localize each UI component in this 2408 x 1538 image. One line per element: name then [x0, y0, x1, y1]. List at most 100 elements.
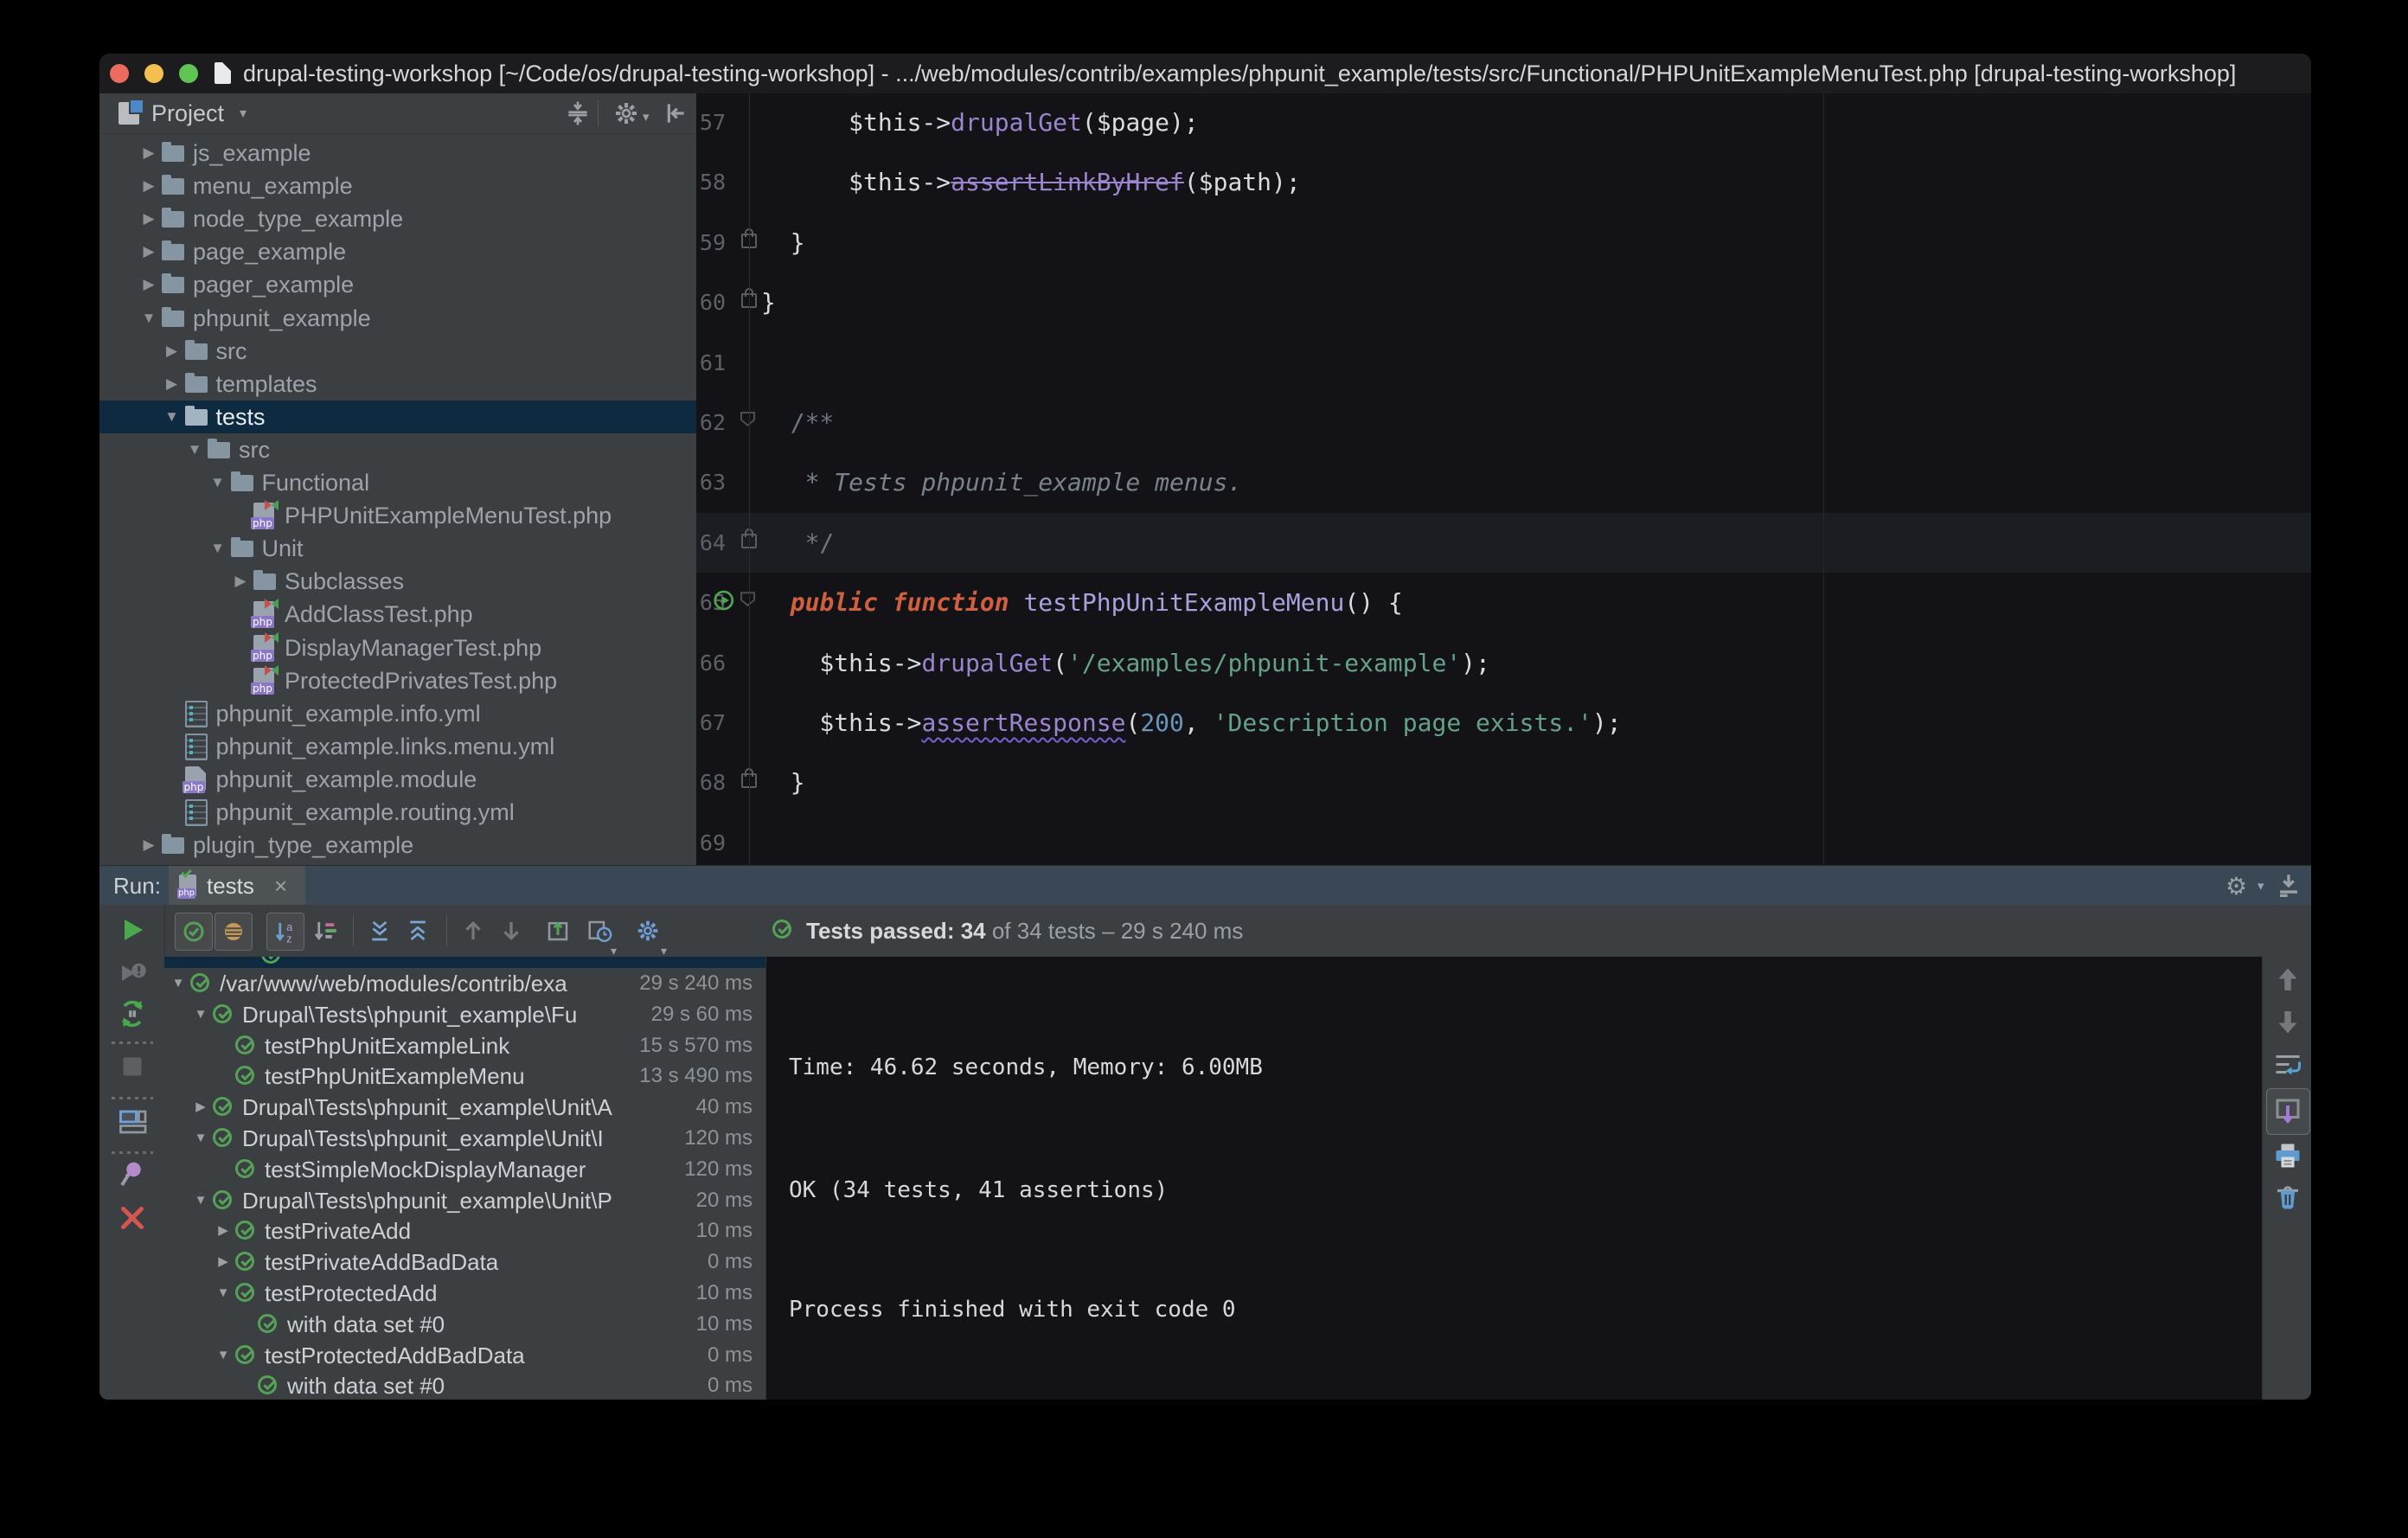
editor-line[interactable]: 69 — [696, 813, 2311, 865]
project-tree-item[interactable]: phpunit_example.routing.yml — [99, 796, 696, 829]
project-tree-item[interactable]: PHPUnitExampleMenuTest.php — [99, 499, 696, 532]
editor-line[interactable]: 67 $this->assertResponse(200, 'Descripti… — [696, 693, 2311, 753]
close-tab-icon[interactable]: × — [274, 866, 287, 906]
line-number[interactable]: 59 — [696, 213, 726, 272]
editor-line[interactable]: 64 */ — [696, 512, 2311, 573]
rerun-failed-tests-button[interactable] — [117, 958, 148, 989]
code-text[interactable]: } — [761, 213, 805, 272]
run-test-gutter-icon[interactable] — [712, 587, 738, 613]
line-number[interactable]: 58 — [696, 152, 726, 212]
project-tree-item[interactable]: ▼ Functional — [99, 466, 696, 499]
next-failed-test-button[interactable] — [493, 913, 529, 949]
editor-line[interactable]: 57 $this->drupalGet($page); — [696, 93, 2311, 152]
restore-layout-button[interactable] — [117, 1106, 148, 1137]
code-text[interactable]: $this->drupalGet('/examples/phpunit-exam… — [761, 633, 1489, 693]
down-stacktrace-icon[interactable] — [2272, 1006, 2303, 1037]
print-icon[interactable] — [2272, 1140, 2303, 1171]
code-text[interactable]: * Tests phpunit_example menus. — [761, 452, 1243, 512]
code-text[interactable]: $this->assertResponse(200, 'Description … — [761, 693, 1621, 753]
collapse-all-button[interactable] — [400, 913, 436, 949]
up-stacktrace-icon[interactable] — [2272, 964, 2303, 996]
import-test-results-icon[interactable] — [540, 913, 576, 949]
gear-icon[interactable]: ▾ — [630, 913, 667, 958]
chevron-collapsed-icon[interactable]: ▶ — [214, 1215, 233, 1246]
test-tree-row[interactable]: testPhpUnitExampleLink 15 s 570 ms — [164, 1030, 765, 1061]
console-line[interactable]: Process finished with exit code 0 — [789, 1296, 1236, 1323]
console-line[interactable]: OK (34 tests, 41 assertions) — [789, 1176, 1168, 1204]
project-tree-item[interactable]: ▼ phpunit_example — [99, 302, 696, 335]
project-tree-item[interactable]: ▶ templates — [99, 368, 696, 401]
run-console[interactable]: Time: 46.62 seconds, Memory: 6.00MB OK (3… — [765, 957, 2263, 1400]
project-tree-item[interactable]: ▶ page_example — [99, 235, 696, 268]
chevron-collapsed-icon[interactable]: ▶ — [191, 1092, 210, 1123]
chevron-collapsed-icon[interactable]: ▶ — [138, 829, 159, 862]
project-tree-item[interactable]: ▶ js_example — [99, 137, 696, 170]
chevron-collapsed-icon[interactable]: ▶ — [214, 1246, 233, 1278]
line-number[interactable]: 68 — [696, 753, 726, 812]
test-tree-row[interactable]: ▼ testProtectedAdd 10 ms — [164, 1278, 765, 1309]
code-text[interactable]: $this->drupalGet($page); — [761, 93, 1199, 152]
line-number[interactable]: 61 — [696, 333, 726, 393]
test-tree-row[interactable]: ▼ Drupal\Tests\phpunit_example\Fu 29 s 60 … — [164, 999, 765, 1030]
minimize-window-button[interactable] — [144, 64, 163, 83]
toggle-auto-test-button[interactable] — [117, 998, 148, 1029]
chevron-collapsed-icon[interactable]: ▶ — [162, 368, 183, 401]
hide-toolwindow-icon[interactable] — [2274, 871, 2303, 900]
test-tree-row[interactable]: testPhpUnitExampleMenu 13 s 490 ms — [164, 1061, 765, 1092]
editor-line[interactable]: 65 public function testPhpUnitExampleMen… — [696, 573, 2311, 632]
chevron-collapsed-icon[interactable]: ▶ — [138, 202, 159, 235]
line-number[interactable]: 69 — [696, 813, 726, 865]
test-tree-row[interactable]: ▶ Drupal\Tests\phpunit_example\Unit\A 40 m… — [164, 1092, 765, 1123]
zoom-window-button[interactable] — [179, 64, 198, 83]
show-ignored-toggle[interactable] — [215, 913, 253, 951]
project-tree-item[interactable]: DisplayManagerTest.php — [99, 631, 696, 664]
editor-line[interactable]: 59 } — [696, 213, 2311, 272]
fold-marker-icon[interactable] — [740, 592, 755, 607]
code-text[interactable]: $this->assertLinkByHref($path); — [761, 152, 1301, 212]
chevron-collapsed-icon[interactable]: ▶ — [230, 565, 251, 598]
code-text[interactable]: public function testPhpUnitExampleMenu()… — [761, 573, 1403, 632]
tab-tests[interactable]: tests × — [169, 866, 305, 906]
line-number[interactable]: 57 — [696, 93, 726, 152]
chevron-expanded-icon[interactable]: ▼ — [191, 1123, 210, 1154]
sort-alphabetically-toggle[interactable]: a z — [266, 913, 304, 951]
project-tree-item[interactable]: ▼ tests — [99, 400, 696, 433]
project-tree-item[interactable]: ▶ Subclasses — [99, 565, 696, 598]
line-number[interactable]: 60 — [696, 272, 726, 332]
project-tree-item[interactable]: ProtectedPrivatesTest.php — [99, 664, 696, 697]
chevron-collapsed-icon[interactable]: ▶ — [138, 170, 159, 202]
line-number[interactable]: 62 — [696, 393, 726, 452]
soft-wrap-icon[interactable] — [2272, 1050, 2303, 1081]
project-tree-item[interactable]: phpunit_example.module — [99, 763, 696, 796]
test-tree-row[interactable]: ▼ /var/www/web/modules/contrib/exa 29 s 24… — [164, 968, 765, 999]
test-results-root-row[interactable] — [164, 957, 765, 968]
editor-line[interactable]: 58 $this->assertLinkByHref($path); — [696, 152, 2311, 212]
test-tree-row[interactable]: ▼ Drupal\Tests\phpunit_example\Unit\P 20 m… — [164, 1185, 765, 1216]
chevron-expanded-icon[interactable]: ▼ — [214, 1340, 233, 1371]
project-tree-item[interactable]: phpunit_example.links.menu.yml — [99, 730, 696, 763]
test-tree-row[interactable]: with data set #0 10 ms — [164, 1309, 765, 1340]
code-text[interactable]: } — [761, 272, 776, 332]
project-tree-item[interactable]: ▶ plugin_type_example — [99, 829, 696, 862]
code-text[interactable]: } — [761, 753, 805, 812]
editor-line[interactable]: 62 /** — [696, 393, 2311, 452]
stop-button[interactable] — [117, 1051, 148, 1082]
project-tree-item[interactable]: AddClassTest.php — [99, 598, 696, 631]
editor-line[interactable]: 68 } — [696, 753, 2311, 812]
project-tree-item[interactable]: ▶ pager_example — [99, 268, 696, 301]
test-tree-row[interactable]: ▶ testPrivateAddBadData 0 ms — [164, 1246, 765, 1278]
chevron-expanded-icon[interactable]: ▼ — [138, 302, 159, 335]
code-text[interactable]: */ — [761, 513, 835, 573]
titlebar[interactable]: drupal-testing-workshop [~/Code/os/drupa… — [99, 54, 2311, 94]
line-number[interactable]: 66 — [696, 633, 726, 693]
project-tree-item[interactable]: ▶ src — [99, 335, 696, 368]
chevron-expanded-icon[interactable]: ▼ — [162, 401, 183, 433]
expand-all-button[interactable] — [362, 913, 398, 949]
line-number[interactable]: 63 — [696, 452, 726, 512]
close-run-panel-icon[interactable] — [117, 1202, 148, 1234]
project-tree-item[interactable]: ▶ menu_example — [99, 170, 696, 202]
hide-panel-icon[interactable] — [660, 99, 689, 127]
chevron-collapsed-icon[interactable]: ▶ — [138, 235, 159, 268]
test-tree-row[interactable]: ▼ Drupal\Tests\phpunit_example\Unit\I 120 … — [164, 1123, 765, 1154]
test-tree-row[interactable]: ▶ testPrivateAdd 10 ms — [164, 1215, 765, 1246]
